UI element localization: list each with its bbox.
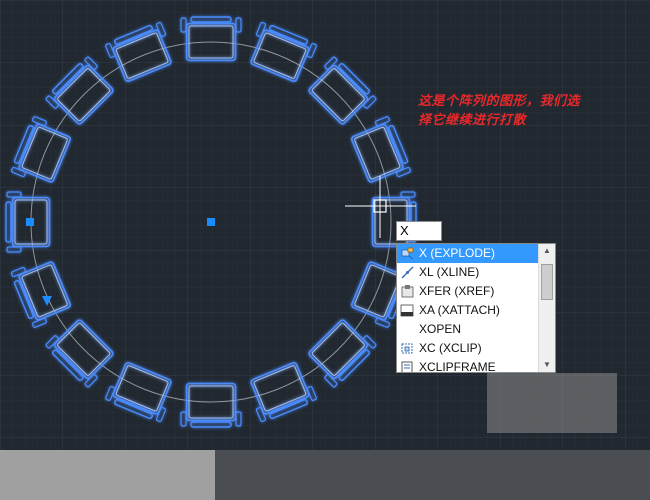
xattach-icon [400,304,414,317]
autocomplete-item-label: XA (XATTACH) [419,303,500,317]
base-point-grip[interactable] [26,218,34,226]
scrollbar-thumb[interactable] [541,264,553,300]
xclipframe-icon [401,361,413,372]
scroll-up-arrow-icon[interactable]: ▲ [539,244,555,258]
xref-icon [401,285,414,298]
command-input[interactable]: X [396,221,442,241]
autocomplete-item-label: XC (XCLIP) [419,341,482,355]
autocomplete-item-label: XCLIPFRAME [419,360,496,373]
autocomplete-item-label: XFER (XREF) [419,284,495,298]
autocomplete-item-xline[interactable]: XL (XLINE) [397,263,539,282]
autocomplete-item-xclip[interactable]: XC (XCLIP) [397,339,539,358]
annotation-text: 这是个阵列的图形，我们选 择它继续进行打散 [418,92,638,130]
explode-icon [401,247,414,260]
autocomplete-item-xopen[interactable]: XOPEN [397,320,539,339]
scroll-down-arrow-icon[interactable]: ▼ [539,358,555,372]
overlay-gray-box [487,373,617,433]
bottom-panel-left [0,450,215,500]
autocomplete-item-label: XOPEN [419,322,462,336]
autocomplete-item-xclipframe[interactable]: XCLIPFRAME [397,358,539,373]
xclip-icon [401,343,413,354]
autocomplete-item-label: X (EXPLODE) [419,246,496,260]
autocomplete-item-xattach[interactable]: XA (XATTACH) [397,301,539,320]
autocomplete-item-explode[interactable]: X (EXPLODE) [397,244,539,263]
autocomplete-item-label: XL (XLINE) [419,265,480,279]
autocomplete-scrollbar[interactable]: ▲ ▼ [538,244,555,372]
command-autocomplete-list[interactable]: X (EXPLODE) XL (XLINE) XFER (XREF) XA (X… [396,243,556,373]
annotation-line-2: 择它继续进行打散 [418,113,527,128]
center-grip[interactable] [207,218,215,226]
annotation-line-1: 这是个阵列的图形，我们选 [418,94,581,109]
xline-icon [401,266,414,279]
autocomplete-item-xref[interactable]: XFER (XREF) [397,282,539,301]
bottom-panel-right [215,450,650,500]
